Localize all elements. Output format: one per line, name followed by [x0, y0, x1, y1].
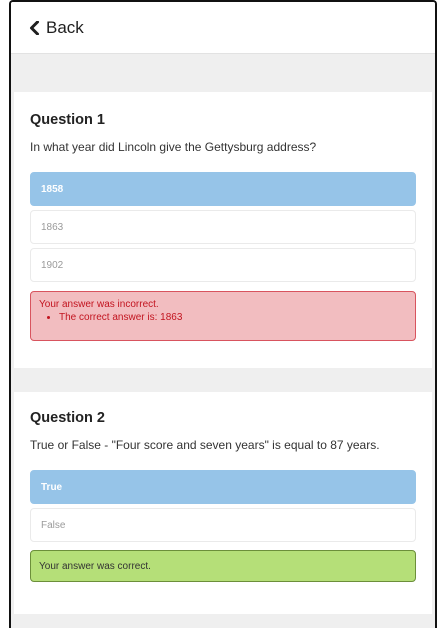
feedback-message: Your answer was correct.: [39, 560, 151, 572]
app-frame: Back Question 1 In what year did Lincoln…: [9, 0, 437, 628]
feedback-incorrect: Your answer was incorrect. The correct a…: [30, 291, 416, 341]
back-label: Back: [46, 17, 84, 37]
feedback-detail: The correct answer is: 1863: [59, 312, 407, 323]
question-card: Question 2 True or False - "Four score a…: [14, 392, 432, 614]
answer-option[interactable]: 1863: [30, 210, 416, 244]
answer-options: 1858 1863 1902: [30, 172, 416, 282]
question-card: Question 1 In what year did Lincoln give…: [14, 92, 432, 368]
question-text: In what year did Lincoln give the Gettys…: [30, 140, 317, 154]
answer-option[interactable]: False: [30, 508, 416, 542]
feedback-message: Your answer was incorrect.: [39, 299, 159, 310]
feedback-detail-list: The correct answer is: 1863: [39, 312, 407, 323]
answer-option[interactable]: True: [30, 470, 416, 504]
feedback-correct: Your answer was correct.: [30, 550, 416, 582]
answer-option[interactable]: 1902: [30, 248, 416, 282]
question-title: Question 1: [30, 112, 105, 128]
chevron-left-icon: [30, 20, 39, 35]
answer-option[interactable]: 1858: [30, 172, 416, 206]
back-button[interactable]: Back: [29, 18, 84, 38]
answer-options: True False: [30, 470, 416, 542]
question-text: True or False - "Four score and seven ye…: [30, 438, 380, 452]
top-bar: Back: [11, 2, 435, 54]
question-title: Question 2: [30, 410, 105, 426]
